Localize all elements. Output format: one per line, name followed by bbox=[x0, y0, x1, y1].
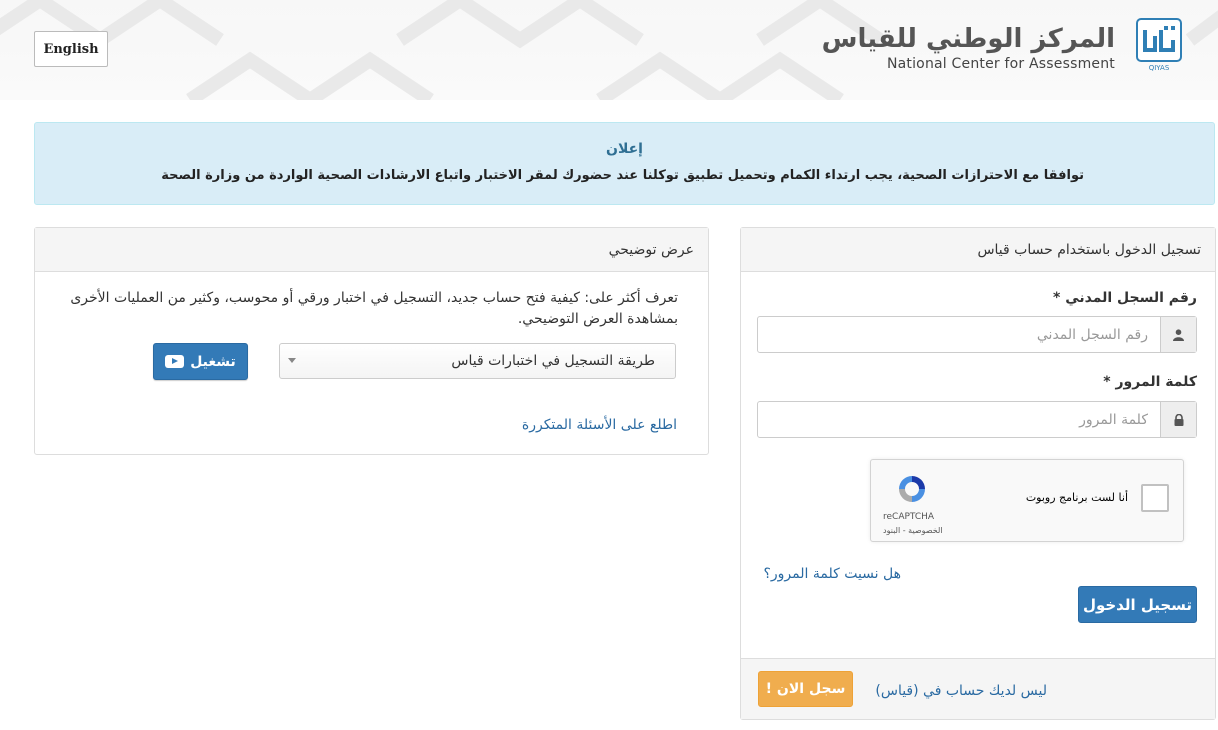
recaptcha-widget: أنا لست برنامج روبوت reCAPTCHA الخصوصية … bbox=[870, 459, 1184, 542]
announcement-title: إعلان bbox=[606, 141, 643, 157]
demo-video-select-value: طريقة التسجيل في اختبارات قياس bbox=[451, 353, 655, 369]
demo-video-select[interactable]: طريقة التسجيل في اختبارات قياس bbox=[279, 343, 676, 379]
english-language-button[interactable]: English bbox=[34, 31, 108, 67]
password-input[interactable] bbox=[758, 402, 1160, 437]
announcement-message: توافقا مع الاحترازات الصحية، يجب ارتداء … bbox=[161, 168, 1084, 183]
forgot-password-link[interactable]: هل نسيت كلمة المرور؟ bbox=[763, 566, 901, 582]
login-button[interactable]: تسجيل الدخول bbox=[1078, 586, 1197, 623]
logo-arabic-text: المركز الوطني للقياس bbox=[821, 24, 1115, 54]
play-button-label: تشغيل bbox=[190, 353, 236, 370]
recaptcha-label: أنا لست برنامج روبوت bbox=[1025, 491, 1128, 504]
play-button[interactable]: تشغيل bbox=[153, 343, 248, 380]
no-account-text: ليس لديك حساب في (قياس) bbox=[875, 683, 1047, 699]
national-id-label: رقم السجل المدني * bbox=[1053, 290, 1197, 306]
national-id-field-group bbox=[757, 316, 1197, 353]
recaptcha-terms-link[interactable]: الخصوصية - البنود bbox=[883, 526, 943, 535]
logo-english-text: National Center for Assessment bbox=[886, 56, 1115, 72]
password-label: كلمة المرور * bbox=[1103, 374, 1197, 390]
user-icon bbox=[1160, 317, 1196, 352]
recaptcha-brand: reCAPTCHA bbox=[883, 512, 935, 522]
recaptcha-checkbox[interactable] bbox=[1141, 484, 1169, 512]
demo-description: تعرف أكثر على: كيفية فتح حساب جديد، التس… bbox=[70, 290, 678, 327]
faq-link[interactable]: اطلع على الأسئلة المتكررة bbox=[522, 417, 677, 433]
password-field-group bbox=[757, 401, 1197, 438]
demo-panel: عرض توضيحي تعرف أكثر على: كيفية فتح حساب… bbox=[34, 227, 709, 455]
login-panel-footer: ليس لديك حساب في (قياس) سجل الان ! bbox=[741, 658, 1215, 719]
site-header: English المركز الوطني للقياس National Ce… bbox=[0, 0, 1218, 100]
chevron-down-icon bbox=[288, 358, 296, 363]
login-panel: تسجيل الدخول باستخدام حساب قياس رقم السج… bbox=[740, 227, 1216, 720]
qiyas-logo-icon: QIYAS bbox=[1136, 18, 1182, 72]
recaptcha-logo-icon bbox=[899, 476, 925, 502]
lock-icon bbox=[1160, 402, 1196, 437]
national-id-input[interactable] bbox=[758, 317, 1160, 352]
register-now-button[interactable]: سجل الان ! bbox=[758, 671, 853, 707]
announcement-alert: إعلان توافقا مع الاحترازات الصحية، يجب ا… bbox=[34, 122, 1215, 205]
logo-mark-text: QIYAS bbox=[1149, 64, 1170, 72]
login-panel-title: تسجيل الدخول باستخدام حساب قياس bbox=[741, 228, 1215, 272]
youtube-play-icon bbox=[165, 355, 185, 368]
demo-panel-title: عرض توضيحي bbox=[35, 228, 708, 272]
